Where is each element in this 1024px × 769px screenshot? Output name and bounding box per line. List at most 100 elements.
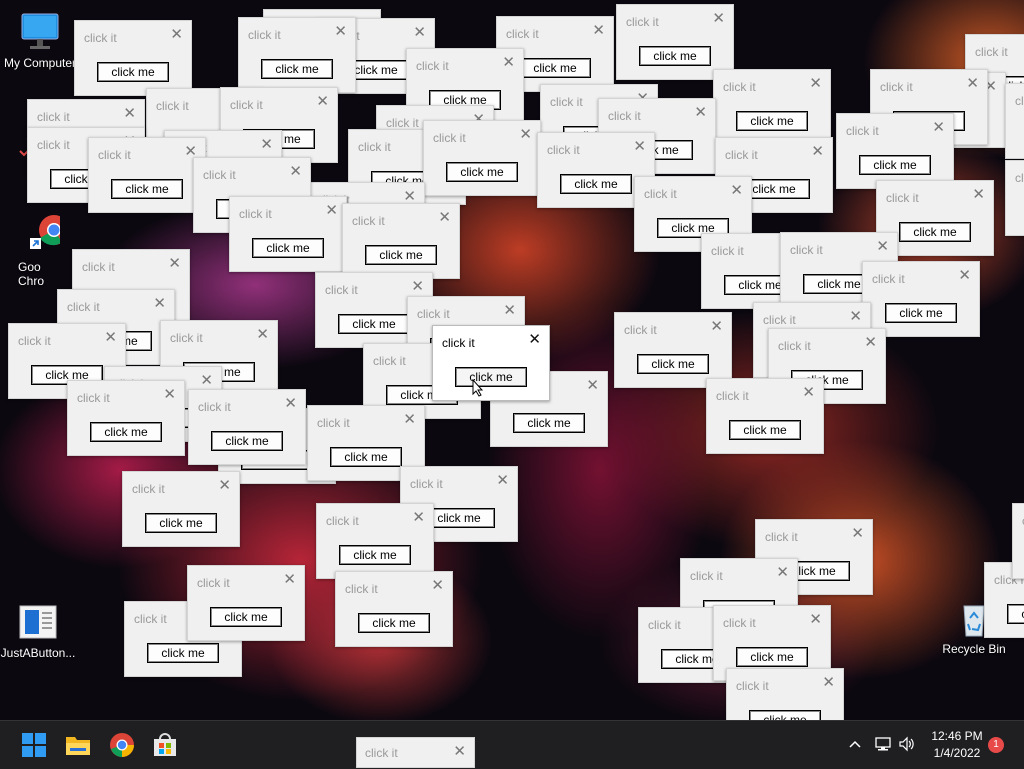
close-icon[interactable]: ✕ (163, 385, 176, 403)
click-me-button[interactable]: click me (147, 643, 219, 663)
close-icon[interactable]: ✕ (123, 104, 136, 122)
click-me-button[interactable]: click me (560, 174, 632, 194)
click-me-button[interactable]: click me (261, 59, 333, 79)
volume-icon[interactable] (898, 735, 916, 756)
click-me-button[interactable]: click me (885, 303, 957, 323)
close-icon[interactable]: ✕ (496, 471, 509, 489)
close-icon[interactable]: ✕ (503, 301, 516, 319)
start-icon[interactable] (20, 731, 48, 759)
close-icon[interactable]: ✕ (502, 53, 515, 71)
file-explorer-icon[interactable] (64, 731, 92, 759)
close-icon[interactable]: ✕ (153, 294, 166, 312)
close-icon[interactable]: ✕ (528, 330, 541, 348)
chevron-up-icon[interactable] (848, 737, 862, 754)
clock[interactable]: 12:46 PM 1/4/2022 (922, 728, 992, 762)
store-icon[interactable] (151, 731, 179, 759)
dialog-window[interactable]: click it✕click me (316, 503, 434, 579)
click-me-button[interactable]: click me (859, 155, 931, 175)
close-icon[interactable]: ✕ (218, 476, 231, 494)
close-icon[interactable]: ✕ (710, 317, 723, 335)
click-me-button[interactable]: click me (519, 58, 591, 78)
click-me-button[interactable]: click me (211, 431, 283, 451)
close-icon[interactable]: ✕ (200, 371, 213, 389)
close-icon[interactable]: ✕ (802, 383, 815, 401)
desktop-icon-chrome[interactable]: Goo Chro (0, 214, 78, 288)
close-icon[interactable]: ✕ (104, 328, 117, 346)
dialog-window[interactable]: click it✕click me (238, 17, 356, 93)
close-icon[interactable]: ✕ (289, 162, 302, 180)
close-icon[interactable]: ✕ (876, 237, 889, 255)
close-icon[interactable]: ✕ (260, 135, 273, 153)
dialog-window[interactable]: click it✕click me (423, 120, 541, 196)
close-icon[interactable]: ✕ (170, 25, 183, 43)
close-icon[interactable]: ✕ (633, 137, 646, 155)
desktop-icon-my-computer[interactable]: My Computer (0, 10, 80, 70)
dialog-window[interactable]: click it✕click me (706, 378, 824, 454)
click-me-button[interactable]: click me (97, 62, 169, 82)
click-me-button[interactable]: click me (729, 420, 801, 440)
click-me-button[interactable]: click me (446, 162, 518, 182)
close-icon[interactable]: ✕ (958, 266, 971, 284)
click-me-button[interactable]: click me (210, 607, 282, 627)
close-icon[interactable]: ✕ (712, 9, 725, 27)
close-icon[interactable]: ✕ (932, 118, 945, 136)
click-me-button[interactable]: click me (145, 513, 217, 533)
close-icon[interactable]: ✕ (809, 610, 822, 628)
click-me-button[interactable]: click me (330, 447, 402, 467)
close-icon[interactable]: ✕ (811, 142, 824, 160)
close-icon[interactable]: ✕ (412, 508, 425, 526)
click-me-button[interactable]: click me (736, 647, 808, 667)
click-me-button[interactable]: click me (111, 179, 183, 199)
click-me-button[interactable]: click me (899, 222, 971, 242)
network-icon[interactable] (874, 735, 892, 756)
dialog-window[interactable]: click it✕click me (335, 571, 453, 647)
dialog-window[interactable]: click it✕click me (614, 312, 732, 388)
dialog-window[interactable]: click it✕click me (726, 668, 844, 720)
dialog-window[interactable]: click it✕click me (342, 203, 460, 279)
dialog-window[interactable]: click it✕click me (229, 196, 347, 272)
dialog-window-active[interactable]: click it ✕ click me (432, 325, 550, 401)
close-icon[interactable]: ✕ (413, 23, 426, 41)
close-icon[interactable]: ✕ (316, 92, 329, 110)
close-icon[interactable]: ✕ (438, 208, 451, 226)
close-icon[interactable]: ✕ (519, 125, 532, 143)
close-icon[interactable]: ✕ (431, 576, 444, 594)
dialog-window[interactable]: click it✕click me (1005, 83, 1024, 159)
close-icon[interactable]: ✕ (168, 254, 181, 272)
dialog-window[interactable]: click it✕click me (713, 69, 831, 145)
click-me-button[interactable]: click me (339, 545, 411, 565)
click-me-button[interactable]: click me (1007, 604, 1024, 624)
dialog-window[interactable]: click it✕click me (74, 20, 192, 96)
dialog-window[interactable]: click it✕click me (1005, 160, 1024, 236)
click-me-button[interactable]: click me (736, 111, 808, 131)
dialog-window-partial[interactable]: click it ✕ (356, 737, 475, 768)
close-icon[interactable]: ✕ (966, 74, 979, 92)
close-icon[interactable]: ✕ (411, 277, 424, 295)
close-icon[interactable]: ✕ (284, 394, 297, 412)
close-icon[interactable]: ✕ (822, 673, 835, 691)
close-icon[interactable]: ✕ (849, 307, 862, 325)
close-icon[interactable]: ✕ (864, 333, 877, 351)
click-me-button[interactable]: click me (252, 238, 324, 258)
close-icon[interactable]: ✕ (730, 181, 743, 199)
dialog-window[interactable]: click it✕click me (187, 565, 305, 641)
close-icon[interactable]: ✕ (283, 570, 296, 588)
dialog-window[interactable]: click it✕click me (67, 380, 185, 456)
close-icon[interactable]: ✕ (586, 376, 599, 394)
chrome-icon[interactable] (108, 731, 136, 759)
dialog-window[interactable]: click it✕click me (122, 471, 240, 547)
notification-badge[interactable]: 1 (988, 737, 1004, 753)
click-me-button[interactable]: click me (90, 422, 162, 442)
desktop-icon-justabutton[interactable]: JustAButton... (0, 600, 78, 660)
click-me-button[interactable]: click me (358, 613, 430, 633)
dialog-window[interactable]: click it✕click me (188, 389, 306, 465)
click-me-button[interactable]: click me (365, 245, 437, 265)
close-icon[interactable]: ✕ (325, 201, 338, 219)
dialog-window[interactable]: click it✕click me (862, 261, 980, 337)
dialog-window[interactable]: click it✕click me (1012, 503, 1024, 579)
click-me-button[interactable]: click me (637, 354, 709, 374)
click-me-button[interactable]: click me (639, 46, 711, 66)
dialog-window[interactable]: click it✕click me (836, 113, 954, 189)
close-icon[interactable]: ✕ (256, 325, 269, 343)
dialog-window[interactable]: click it✕click me (88, 137, 206, 213)
